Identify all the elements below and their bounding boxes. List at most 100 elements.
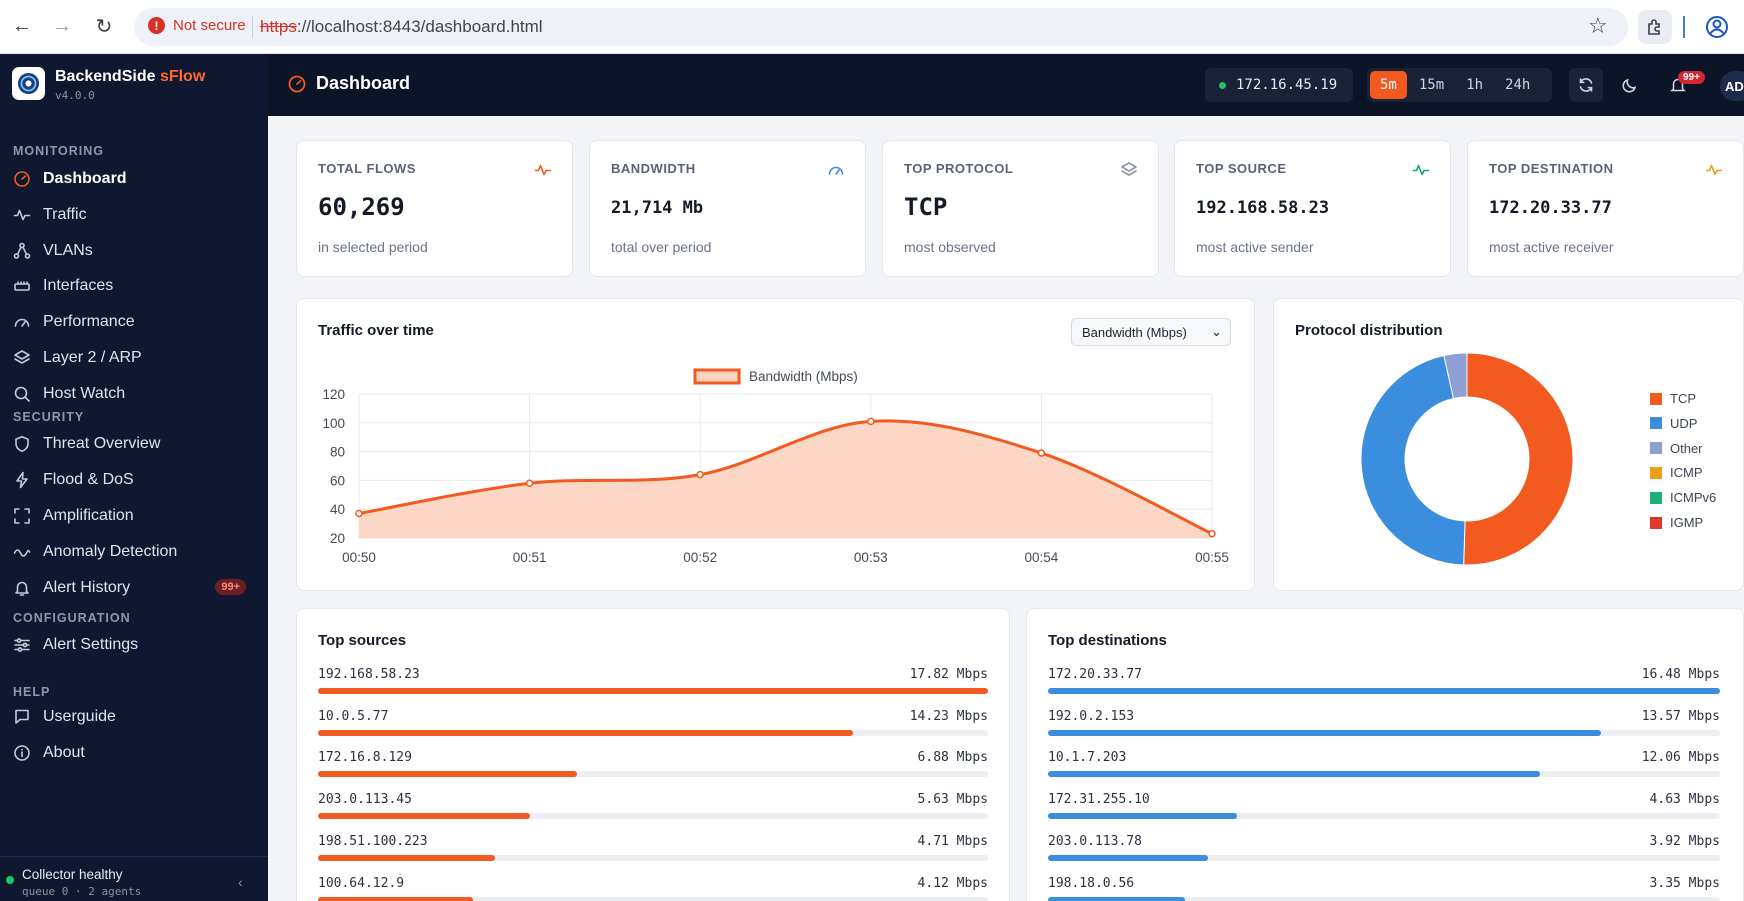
collapse-sidebar-icon[interactable]: ‹ [238, 874, 243, 890]
collector-status: Collector healthy queue 0 · 2 agents ‹ [0, 856, 268, 901]
stat-value: 172.20.33.77 [1489, 198, 1612, 218]
sliders-icon [13, 636, 31, 654]
bell-icon [13, 579, 31, 597]
top-destinations-title: Top destinations [1048, 632, 1167, 649]
legend-swatch [1650, 516, 1662, 529]
sidebar-item-interfaces[interactable]: Interfaces [0, 269, 268, 303]
url-text[interactable]: https://localhost:8443/dashboard.html [260, 17, 543, 37]
layers-icon [1120, 161, 1138, 179]
y-tick-label: 120 [322, 387, 345, 402]
data-point[interactable] [1208, 529, 1216, 538]
address-bar[interactable]: ! Not secure https://localhost:8443/dash… [134, 8, 1628, 46]
table-row[interactable] [318, 771, 988, 778]
sidebar-item-label: Threat Overview [43, 435, 161, 452]
sidebar-item-label: VLANs [43, 241, 93, 259]
table-row[interactable] [1048, 771, 1720, 778]
reload-icon[interactable]: ↻ [90, 12, 118, 40]
security-chip[interactable]: ! Not secure [148, 17, 246, 34]
sidebar-item-performance[interactable]: Performance [0, 305, 268, 339]
sidebar-item-layer-2-arp[interactable]: Layer 2 / ARP [0, 341, 268, 375]
range-24h-button[interactable]: 24h [1495, 71, 1540, 99]
table-row[interactable] [1048, 854, 1720, 861]
speedometer-icon [827, 161, 845, 179]
data-point[interactable] [1037, 449, 1046, 457]
extensions-icon[interactable] [1638, 10, 1672, 44]
legend-item-udp[interactable]: UDP [1650, 416, 1697, 431]
data-point[interactable] [355, 509, 363, 518]
legend-item-igmp[interactable]: IGMP [1650, 515, 1703, 530]
table-row[interactable] [1048, 729, 1720, 736]
range-5m-button[interactable]: 5m [1370, 71, 1407, 99]
list-item-rate: 4.63 Mbps [1649, 792, 1720, 808]
table-row[interactable] [1048, 896, 1720, 901]
table-row[interactable] [318, 896, 988, 901]
brand-name-accent: sFlow [159, 68, 206, 85]
sidebar-item-dashboard[interactable]: Dashboard [0, 162, 268, 196]
sidebar-item-anomaly-detection[interactable]: Anomaly Detection [0, 535, 268, 569]
legend-item-other[interactable]: Other [1650, 441, 1703, 456]
table-row[interactable] [318, 854, 988, 861]
range-1h-button[interactable]: 1h [1456, 71, 1493, 99]
donut-slice-udp[interactable] [1360, 354, 1466, 566]
top-sources-title: Top sources [318, 632, 407, 649]
data-point[interactable] [525, 479, 534, 488]
y-tick-label: 20 [330, 531, 345, 546]
refresh-button[interactable] [1569, 68, 1603, 102]
stat-value: 60,269 [318, 193, 405, 221]
protocol-donut-chart [1360, 352, 1574, 566]
stat-subtitle: most active receiver [1489, 239, 1614, 255]
data-point[interactable] [696, 470, 704, 479]
sidebar-item-flood-dos[interactable]: Flood & DoS [0, 463, 268, 497]
browser-toolbar: ← → ↻ ! Not secure https://localhost:844… [0, 0, 1744, 54]
agent-selector[interactable]: 172.16.45.19 [1205, 68, 1353, 102]
wave-icon [13, 543, 31, 561]
sidebar-item-vlans[interactable]: VLANs [0, 234, 268, 268]
legend-label: TCP [1670, 391, 1696, 406]
sidebar-item-amplification[interactable]: Amplification [0, 499, 268, 533]
sidebar-item-about[interactable]: About [0, 736, 268, 770]
range-15m-button[interactable]: 15m [1409, 71, 1454, 99]
traffic-chart-card: Traffic over time Bandwidth (Mbps) ⌄ 20 4… [296, 298, 1255, 591]
bookmark-star-icon[interactable]: ☆ [1588, 13, 1608, 39]
back-arrow-icon[interactable]: ← [8, 12, 36, 40]
profile-icon[interactable] [1702, 12, 1732, 42]
stat-label: TOP SOURCE [1196, 161, 1287, 176]
legend-item-tcp[interactable]: TCP [1650, 391, 1696, 406]
list-item-ip: 203.0.113.78 [1048, 833, 1142, 849]
list-item-rate: 12.06 Mbps [1641, 750, 1720, 766]
sidebar-item-threat-overview[interactable]: Threat Overview [0, 427, 268, 461]
brand-name-main: BackendSide [55, 68, 156, 85]
sidebar-item-traffic[interactable]: Traffic [0, 198, 268, 232]
forward-arrow-icon[interactable]: → [48, 12, 76, 40]
protocol-chart-title: Protocol distribution [1295, 322, 1443, 339]
table-row[interactable] [1048, 688, 1720, 694]
sidebar-item-alert-history[interactable]: Alert History 99+ [0, 571, 268, 605]
notification-badge: 99+ [1678, 71, 1705, 84]
sidebar-item-label: Alert Settings [43, 636, 139, 653]
sidebar-item-alert-settings[interactable]: Alert Settings [0, 628, 268, 662]
donut-slice-tcp[interactable] [1463, 352, 1574, 566]
table-row[interactable] [318, 688, 988, 694]
legend-item-icmpv6[interactable]: ICMPv6 [1650, 490, 1716, 505]
data-point[interactable] [867, 417, 875, 426]
table-row[interactable] [318, 813, 988, 820]
user-avatar[interactable]: AD [1720, 71, 1744, 101]
bar-fill [1048, 896, 1185, 901]
sidebar-item-host-watch[interactable]: Host Watch [0, 377, 268, 411]
legend-label: Other [1670, 440, 1703, 456]
search-icon [13, 385, 31, 403]
brand[interactable]: BackendSide sFlow v4.0.0 [12, 67, 205, 102]
sidebar-item-userguide[interactable]: Userguide [0, 700, 268, 734]
stat-card-top-protocol: TOP PROTOCOL TCP most observed [882, 140, 1159, 277]
list-item-ip: 172.31.255.10 [1048, 792, 1150, 808]
table-row[interactable] [318, 729, 988, 736]
stat-card-top-destination: TOP DESTINATION 172.20.33.77 most active r… [1467, 140, 1744, 277]
legend-item-icmp[interactable]: ICMP [1650, 465, 1703, 480]
theme-toggle-button[interactable] [1613, 68, 1647, 102]
gauge-icon [13, 170, 31, 188]
sidebar-item-label: Interfaces [43, 277, 114, 295]
legend-label: IGMP [1670, 515, 1704, 530]
table-row[interactable] [1048, 813, 1720, 820]
legend-label[interactable]: Bandwidth (Mbps) [749, 369, 858, 384]
info-icon [13, 744, 31, 762]
